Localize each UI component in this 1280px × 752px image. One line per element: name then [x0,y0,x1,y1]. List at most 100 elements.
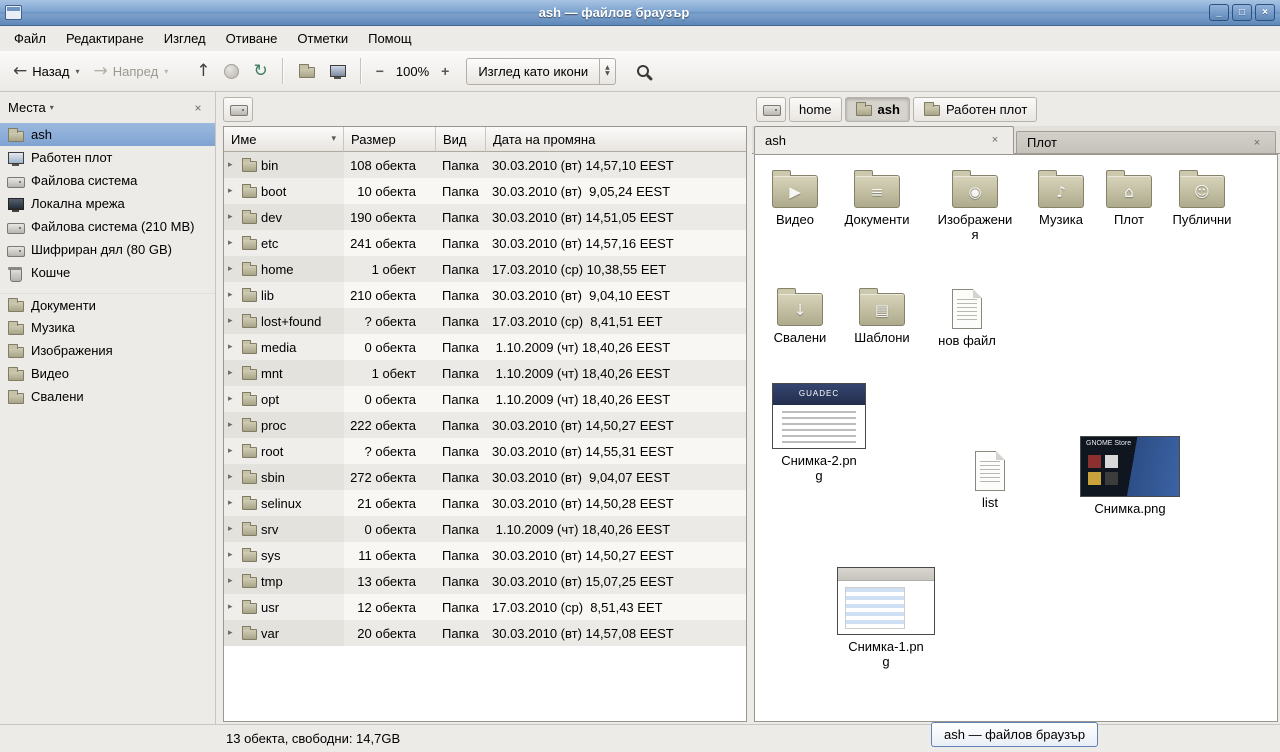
pathbar-root-button[interactable] [223,97,253,122]
table-row[interactable]: ▸ home 1 обект Папка 17.03.2010 (ср) 10,… [224,256,746,282]
expander-icon[interactable]: ▸ [228,550,238,560]
expander-icon[interactable]: ▸ [228,238,238,248]
expander-icon[interactable]: ▸ [228,368,238,378]
forward-button[interactable]: → Напред ▾ [87,58,176,85]
table-row[interactable]: ▸ srv 0 обекта Папка 1.10.2009 (чт) 18,4… [224,516,746,542]
computer-button[interactable] [322,58,353,84]
pathbar-button[interactable]: Работен плот [913,97,1037,122]
table-row[interactable]: ▸ var 20 обекта Папка 30.03.2010 (вт) 14… [224,620,746,646]
icon-view-item[interactable]: ⌂ Плот [1089,169,1169,227]
pathbar-button[interactable]: home [789,97,842,122]
sidebar-place-item[interactable]: Локална мрежа [0,192,215,215]
menu-view[interactable]: Изглед [154,26,216,51]
expander-icon[interactable]: ▸ [228,212,238,222]
search-button[interactable] [628,57,658,85]
table-row[interactable]: ▸ sbin 272 обекта Папка 30.03.2010 (вт) … [224,464,746,490]
expander-icon[interactable]: ▸ [228,446,238,456]
expander-icon[interactable]: ▸ [228,628,238,638]
expander-icon[interactable]: ▸ [228,420,238,430]
back-dropdown-icon[interactable]: ▾ [76,67,80,76]
expander-icon[interactable]: ▸ [228,498,238,508]
column-header-date[interactable]: Дата на промяна [486,127,746,152]
menu-edit[interactable]: Редактиране [56,26,154,51]
sidebar-place-item[interactable]: Файлова система [0,169,215,192]
icon-view-item[interactable]: ≡ Документи [837,169,917,227]
menu-bookmarks[interactable]: Отметки [287,26,358,51]
table-row[interactable]: ▸ etc 241 обекта Папка 30.03.2010 (вт) 1… [224,230,746,256]
table-row[interactable]: ▸ lib 210 обекта Папка 30.03.2010 (вт) 9… [224,282,746,308]
sidebar-place-item[interactable]: Музика [0,316,215,339]
expander-icon[interactable]: ▸ [228,342,238,352]
menu-help[interactable]: Помощ [358,26,421,51]
table-row[interactable]: ▸ dev 190 обекта Папка 30.03.2010 (вт) 1… [224,204,746,230]
expander-icon[interactable]: ▸ [228,394,238,404]
table-row[interactable]: ▸ media 0 обекта Папка 1.10.2009 (чт) 18… [224,334,746,360]
menu-file[interactable]: Файл [4,26,56,51]
expander-icon[interactable]: ▸ [228,576,238,586]
reload-button[interactable]: ↻ [246,58,274,85]
table-row[interactable]: ▸ lost+found ? обекта Папка 17.03.2010 (… [224,308,746,334]
up-button[interactable]: ↑ [189,58,217,85]
sidebar-place-item[interactable]: Шифриран дял (80 GB) [0,238,215,261]
column-header-name[interactable]: Име ▾ [224,127,344,152]
expander-icon[interactable]: ▸ [228,316,238,326]
places-close-button[interactable]: × [189,99,207,117]
column-header-size[interactable]: Размер [344,127,436,152]
icon-view-item[interactable]: нов файл [927,287,1007,348]
column-header-type[interactable]: Вид [436,127,486,152]
icon-view-item[interactable]: ▶ Видео [755,169,835,227]
expander-icon[interactable]: ▸ [228,524,238,534]
maximize-button[interactable]: □ [1232,4,1252,21]
expander-icon[interactable]: ▸ [228,160,238,170]
back-button[interactable]: ← Назад ▾ [6,58,87,85]
icon-view[interactable]: ▶ Видео ≡ Документи ◉ Изображения ♪ Музи… [754,154,1278,722]
table-row[interactable]: ▸ root ? обекта Папка 30.03.2010 (вт) 14… [224,438,746,464]
table-row[interactable]: ▸ tmp 13 обекта Папка 30.03.2010 (вт) 15… [224,568,746,594]
zoom-out-button[interactable]: − [369,59,391,83]
tab-ash[interactable]: ash × [754,126,1014,154]
tab-close-icon[interactable]: × [1249,135,1265,151]
pathbar-button[interactable]: ash [845,97,910,122]
table-row[interactable]: ▸ usr 12 обекта Папка 17.03.2010 (ср) 8,… [224,594,746,620]
expander-icon[interactable]: ▸ [228,290,238,300]
sidebar-place-item[interactable]: Кошче [0,261,215,284]
table-row[interactable]: ▸ opt 0 обекта Папка 1.10.2009 (чт) 18,4… [224,386,746,412]
close-button[interactable]: × [1255,4,1275,21]
table-row[interactable]: ▸ proc 222 обекта Папка 30.03.2010 (вт) … [224,412,746,438]
view-mode-select[interactable]: Изглед като икони ▲ ▼ [466,58,615,85]
table-row[interactable]: ▸ sys 11 обекта Папка 30.03.2010 (вт) 14… [224,542,746,568]
icon-view-item[interactable]: list [954,449,1026,510]
tab-plot[interactable]: Плот × [1016,131,1276,154]
sidebar-place-item[interactable]: Свалени [0,385,215,408]
tab-close-icon[interactable]: × [987,132,1003,148]
icon-view-item[interactable]: GNOME Store Снимка.png [1077,436,1183,516]
menu-go[interactable]: Отиване [216,26,288,51]
forward-dropdown-icon[interactable]: ▾ [164,67,168,76]
sidebar-place-item[interactable]: Изображения [0,339,215,362]
pathbar-root-button[interactable] [756,97,786,122]
icon-view-item[interactable]: ☺ Публични [1162,169,1242,227]
sidebar-place-item[interactable]: Работен плот [0,146,215,169]
stop-button[interactable] [217,59,246,84]
view-mode-spinner[interactable]: ▲ ▼ [599,59,615,84]
icon-view-item[interactable]: ◉ Изображения [935,169,1015,242]
icon-view-item[interactable]: ↓ Свалени [760,287,840,345]
table-row[interactable]: ▸ selinux 21 обекта Папка 30.03.2010 (вт… [224,490,746,516]
minimize-button[interactable]: _ [1209,4,1229,21]
sidebar-place-item[interactable]: Файлова система (210 MB) [0,215,215,238]
sidebar-place-item[interactable]: Документи [0,293,215,316]
table-row[interactable]: ▸ boot 10 обекта Папка 30.03.2010 (вт) 9… [224,178,746,204]
sidebar-place-item[interactable]: ash [0,123,215,146]
window-list-button[interactable]: ash — файлов браузър [931,722,1098,747]
expander-icon[interactable]: ▸ [228,186,238,196]
expander-icon[interactable]: ▸ [228,264,238,274]
home-button[interactable] [291,58,322,84]
sidebar-place-item[interactable]: Видео [0,362,215,385]
expander-icon[interactable]: ▸ [228,602,238,612]
places-header[interactable]: Места ▾ × [0,92,215,123]
icon-view-item[interactable]: GUADEC Снимка-2.png [767,383,871,483]
table-row[interactable]: ▸ bin 108 обекта Папка 30.03.2010 (вт) 1… [224,152,746,178]
expander-icon[interactable]: ▸ [228,472,238,482]
icon-view-item[interactable]: Снимка-1.png [833,567,939,669]
table-row[interactable]: ▸ mnt 1 обект Папка 1.10.2009 (чт) 18,40… [224,360,746,386]
